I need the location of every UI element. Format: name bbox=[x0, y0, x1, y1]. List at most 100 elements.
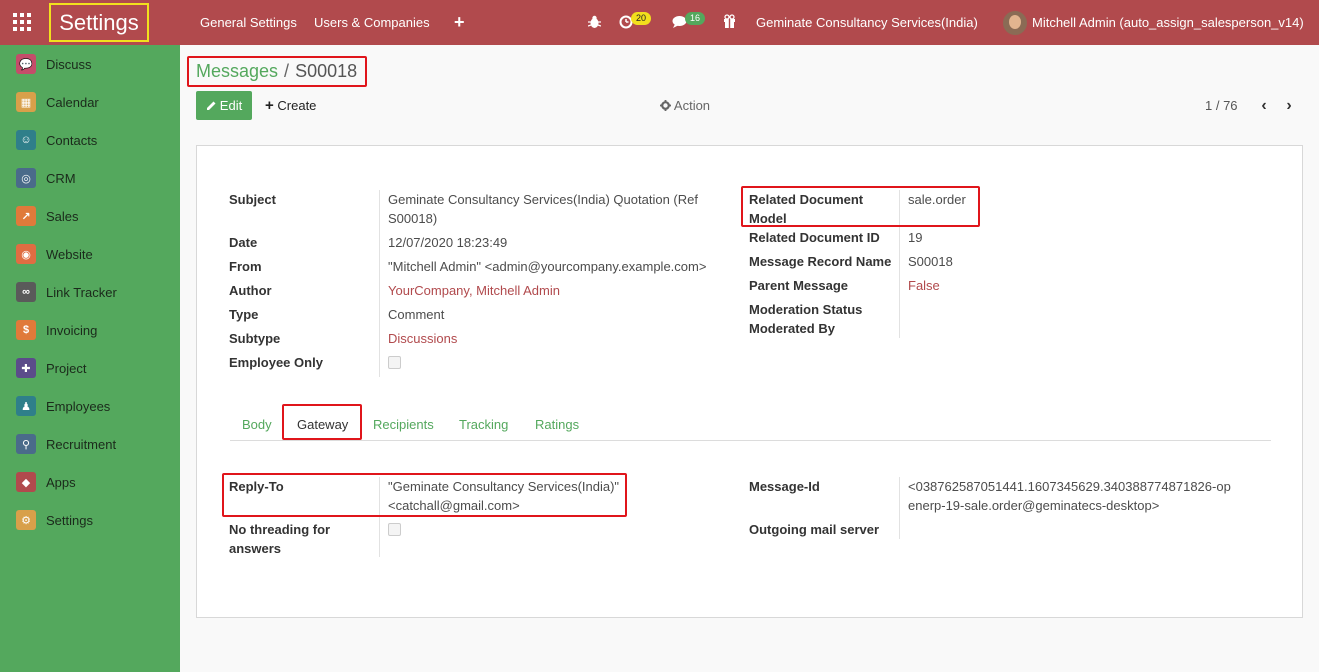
reply-to-value: "Geminate Consultancy Services(India)" <… bbox=[388, 479, 620, 513]
pager-value[interactable]: 1 / 76 bbox=[1205, 91, 1238, 120]
reply-to-label: Reply-To bbox=[229, 479, 284, 494]
action-menu-label: Action bbox=[673, 98, 711, 113]
action-menu-button[interactable]: Action bbox=[660, 91, 710, 120]
breadcrumb-separator: / bbox=[284, 61, 290, 81]
contacts-icon: ☺ bbox=[16, 130, 36, 150]
edit-button-label: Edit bbox=[219, 98, 243, 113]
type-label: Type bbox=[229, 307, 259, 322]
sidebar-item-label: Recruitment bbox=[46, 436, 117, 452]
form-sheet: Subject Geminate Consultancy Services(In… bbox=[196, 145, 1303, 618]
tab-body[interactable]: Body bbox=[242, 412, 272, 438]
website-icon: ◉ bbox=[16, 244, 36, 264]
menu-users-companies[interactable]: Users & Companies bbox=[314, 0, 430, 45]
sidebar-item-recruitment[interactable]: ⚲ Recruitment bbox=[0, 425, 180, 463]
menu-add-button[interactable]: + bbox=[454, 0, 465, 45]
sidebar-item-sales[interactable]: ↗ Sales bbox=[0, 197, 180, 235]
calendar-icon: ▦ bbox=[16, 92, 36, 112]
subject-label: Subject bbox=[229, 192, 276, 207]
company-switcher[interactable]: Geminate Consultancy Services(India) bbox=[756, 0, 978, 45]
top-navbar: Settings General Settings Users & Compan… bbox=[0, 0, 1319, 45]
sidebar-item-label: Apps bbox=[46, 474, 76, 490]
no-threading-label: No threading for answers bbox=[229, 522, 331, 556]
record-name-value: S00018 bbox=[908, 254, 953, 269]
author-label: Author bbox=[229, 283, 272, 298]
gear-icon bbox=[660, 100, 671, 111]
moderated-by-label: Moderated By bbox=[749, 321, 835, 336]
project-icon: ✚ bbox=[16, 358, 36, 378]
sidebar-item-calendar[interactable]: ▦ Calendar bbox=[0, 83, 180, 121]
sidebar-item-label: CRM bbox=[46, 170, 76, 186]
parent-message-value[interactable]: False bbox=[908, 276, 940, 295]
create-button[interactable]: + Create bbox=[265, 91, 316, 120]
user-avatar[interactable] bbox=[1003, 11, 1027, 35]
tab-tracking[interactable]: Tracking bbox=[459, 412, 508, 438]
recruitment-icon: ⚲ bbox=[16, 434, 36, 454]
sidebar-item-invoicing[interactable]: $ Invoicing bbox=[0, 311, 180, 349]
author-link[interactable]: YourCompany, Mitchell Admin bbox=[388, 281, 560, 300]
tab-recipients[interactable]: Recipients bbox=[373, 412, 434, 438]
subtype-label: Subtype bbox=[229, 331, 281, 346]
sidebar-item-apps[interactable]: ◆ Apps bbox=[0, 463, 180, 501]
subject-value: Geminate Consultancy Services(India) Quo… bbox=[388, 192, 698, 226]
sidebar-item-label: Website bbox=[46, 246, 93, 262]
settings-icon: ⚙ bbox=[16, 510, 36, 530]
left-group-divider bbox=[379, 190, 380, 377]
sidebar-item-label: Discuss bbox=[46, 56, 92, 72]
menu-general-settings[interactable]: General Settings bbox=[200, 0, 297, 45]
breadcrumb-current: S00018 bbox=[295, 61, 358, 81]
no-threading-checkbox[interactable] bbox=[388, 523, 401, 536]
link-icon: ∞ bbox=[16, 282, 36, 302]
crm-icon: ◎ bbox=[16, 168, 36, 188]
sidebar-item-project[interactable]: ✚ Project bbox=[0, 349, 180, 387]
sidebar-item-label: Link Tracker bbox=[46, 284, 117, 300]
sidebar-item-website[interactable]: ◉ Website bbox=[0, 235, 180, 273]
sidebar-item-label: Sales bbox=[46, 208, 79, 224]
sidebar-item-crm[interactable]: ◎ CRM bbox=[0, 159, 180, 197]
sidebar-item-label: Employees bbox=[46, 398, 111, 414]
related-id-value: 19 bbox=[908, 230, 923, 245]
app-title: Settings bbox=[49, 3, 149, 42]
edit-button[interactable]: Edit bbox=[196, 91, 252, 120]
employee-only-label: Employee Only bbox=[229, 355, 323, 370]
tab-gateway[interactable]: Gateway bbox=[297, 412, 348, 438]
moderation-status-label: Moderation Status bbox=[749, 302, 863, 317]
date-value: 12/07/2020 18:23:49 bbox=[388, 235, 508, 250]
record-name-label: Message Record Name bbox=[749, 254, 892, 269]
sidebar-item-link-tracker[interactable]: ∞ Link Tracker bbox=[0, 273, 180, 311]
subtype-link[interactable]: Discussions bbox=[388, 329, 457, 348]
sidebar-item-label: Settings bbox=[46, 512, 93, 528]
bug-icon[interactable] bbox=[588, 15, 601, 29]
breadcrumb-messages-link[interactable]: Messages bbox=[196, 61, 278, 81]
outgoing-server-label: Outgoing mail server bbox=[749, 522, 880, 537]
sidebar-item-employees[interactable]: ♟ Employees bbox=[0, 387, 180, 425]
employees-icon: ♟ bbox=[16, 396, 36, 416]
sidebar-item-discuss[interactable]: 💬 Discuss bbox=[0, 45, 180, 83]
breadcrumb: Messages / S00018 bbox=[187, 56, 367, 87]
discuss-icon: 💬 bbox=[16, 54, 36, 74]
right-group-divider bbox=[899, 190, 900, 338]
sidebar-item-label: Contacts bbox=[46, 132, 98, 148]
chevron-right-icon[interactable]: › bbox=[1278, 91, 1300, 120]
tab-ratings[interactable]: Ratings bbox=[535, 412, 579, 438]
invoicing-icon: $ bbox=[16, 320, 36, 340]
chevron-left-icon[interactable]: ‹ bbox=[1253, 91, 1275, 120]
apps-grid-icon[interactable] bbox=[13, 13, 31, 31]
sidebar-item-contacts[interactable]: ☺ Contacts bbox=[0, 121, 180, 159]
sidebar-item-label: Project bbox=[46, 360, 87, 376]
from-label: From bbox=[229, 259, 262, 274]
gift-icon[interactable] bbox=[723, 14, 736, 28]
messages-count-badge: 16 bbox=[685, 12, 705, 25]
employee-only-checkbox[interactable] bbox=[388, 356, 401, 369]
message-id-label: Message-Id bbox=[749, 479, 820, 494]
user-menu[interactable]: Mitchell Admin (auto_assign_salesperson_… bbox=[1032, 0, 1304, 45]
message-id-value: <038762587051441.1607345629.340388774871… bbox=[908, 479, 1231, 513]
sidebar-item-settings[interactable]: ⚙ Settings bbox=[0, 501, 180, 539]
sidebar-item-label: Invoicing bbox=[46, 322, 98, 338]
related-model-value: sale.order bbox=[908, 192, 966, 207]
sidebar-item-label: Calendar bbox=[46, 94, 99, 110]
main-content: Messages / S00018 Edit + Create Action 1 /… bbox=[180, 45, 1319, 672]
tab-divider bbox=[230, 440, 1271, 441]
parent-message-label: Parent Message bbox=[749, 278, 848, 293]
date-label: Date bbox=[229, 235, 258, 250]
related-id-label: Related Document ID bbox=[749, 230, 880, 245]
